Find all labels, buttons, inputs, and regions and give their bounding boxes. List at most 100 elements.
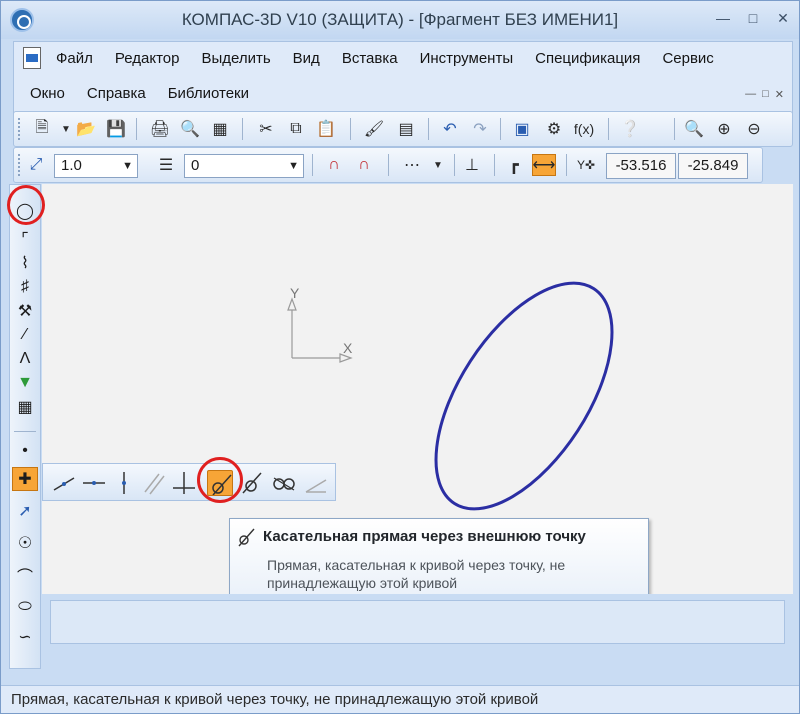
snap-magnet-icon[interactable]: ∩ <box>322 154 346 176</box>
zoom-area-icon[interactable]: 🔍 <box>682 118 706 140</box>
ortho-mode-icon[interactable]: ┏ <box>502 154 526 176</box>
menu-file[interactable]: Файл <box>56 50 104 68</box>
local-snap-icon[interactable]: ∩ <box>352 154 376 176</box>
parametrization-panel-icon[interactable]: ⚒ <box>12 299 38 323</box>
open-icon[interactable]: 📂 <box>74 118 98 140</box>
table-icon[interactable]: ▤ <box>394 118 418 140</box>
compact-toolbar: ◯ ⌜ ⌇ ♯ ⚒ ∕ Λ ▼ ▦ • ✚ ➚ ☉ ⌒ ⬭ ∽ <box>9 184 41 669</box>
tangent-two-curves-icon[interactable] <box>271 470 297 496</box>
local-cs-icon[interactable]: ⊥ <box>460 154 484 176</box>
point-tool-icon[interactable]: • <box>12 439 38 463</box>
grid-icon[interactable]: ⋯ <box>400 154 424 176</box>
preview-icon[interactable]: 🔍 <box>178 118 202 140</box>
layers-icon[interactable]: ☰ <box>154 154 178 176</box>
app-window: КОМПАС-3D V10 (ЗАЩИТА) - [Фрагмент БЕЗ И… <box>0 0 800 714</box>
circle-tool-icon[interactable]: ☉ <box>12 531 38 555</box>
chevron-down-icon[interactable]: ▼ <box>288 155 299 177</box>
tooltip-description: Прямая, касательная к кривой через точку… <box>267 557 566 591</box>
scale-value: 1.0 <box>61 157 82 174</box>
highlight-circle-geometry <box>7 185 45 225</box>
menu-view[interactable]: Вид <box>282 50 331 68</box>
format-brush-icon[interactable]: 🖌 <box>362 118 386 140</box>
spline-tool-icon[interactable]: ∽ <box>12 625 38 649</box>
new-document-icon[interactable]: 🗎 <box>30 118 54 140</box>
context-help-icon[interactable]: ❔ <box>618 118 642 140</box>
drawn-ellipse[interactable] <box>401 254 648 538</box>
zoom-out-icon[interactable]: ⊖ <box>742 118 766 140</box>
horizontal-line-icon[interactable] <box>81 470 107 496</box>
toolbar-grip[interactable] <box>18 118 21 140</box>
spec-panel-icon[interactable]: ▼ <box>12 371 38 395</box>
menu-editor[interactable]: Редактор <box>104 50 191 68</box>
dimensions-panel-icon[interactable]: ⌜ <box>12 227 38 251</box>
maximize-button[interactable]: □ <box>745 10 761 26</box>
variables-icon[interactable]: f(x) <box>572 118 596 140</box>
close-button[interactable]: ✕ <box>775 10 791 26</box>
library-manager-icon[interactable]: ⚙ <box>542 118 566 140</box>
tangent-external-point-icon <box>238 528 255 547</box>
doc-minimize-button[interactable]: — <box>745 88 756 101</box>
status-text: Прямая, касательная к кривой через точку… <box>11 691 539 708</box>
properties-panel <box>42 594 793 652</box>
edit-panel-icon[interactable]: ♯ <box>12 275 38 299</box>
auxiliary-line-tool-icon[interactable]: ✚ <box>12 467 38 491</box>
properties-icon[interactable]: ▦ <box>208 118 232 140</box>
segment-tool-icon[interactable]: ➚ <box>12 499 38 523</box>
zoom-in-icon[interactable]: ⊕ <box>712 118 736 140</box>
origin-axes <box>287 297 353 363</box>
cut-icon[interactable]: ✂ <box>254 118 278 140</box>
menu-help[interactable]: Справка <box>76 85 157 103</box>
doc-close-button[interactable]: ✕ <box>775 88 784 101</box>
vertical-line-icon[interactable] <box>111 470 137 496</box>
window-title: КОМПАС-3D V10 (ЗАЩИТА) - [Фрагмент БЕЗ И… <box>181 10 619 29</box>
minimize-button[interactable]: — <box>715 10 731 26</box>
doc-restore-button[interactable]: □ <box>762 88 769 101</box>
scale-icon: ⤢ <box>29 156 43 173</box>
tangent-curve-point-icon[interactable] <box>239 470 265 496</box>
arbitrary-line-icon[interactable] <box>51 470 77 496</box>
document-icon[interactable] <box>23 47 41 69</box>
print-icon[interactable]: 🖨 <box>148 118 172 140</box>
save-icon[interactable]: 💾 <box>104 118 128 140</box>
current-state-toolbar: ⤢ 1.0 ▼ ☰ 0 ▼ ∩ ∩ ⋯ ▼ ⊥ ┏ ⟷ Y✜ -53.516 -… <box>13 147 763 183</box>
cursor-y-field[interactable]: -25.849 <box>678 153 748 179</box>
manager-icon[interactable]: ▣ <box>510 118 534 140</box>
bisector-line-icon[interactable] <box>303 470 329 496</box>
select-panel-icon[interactable]: Λ <box>12 347 38 371</box>
copy-icon[interactable]: ⧉ <box>284 118 308 140</box>
standard-toolbar: 🗎 ▼ 📂 💾 🖨 🔍 ▦ ✂ ⧉ 📋 🖌 ▤ ↶ ↷ ▣ ⚙ f(x) ❔ 🔍… <box>13 111 793 147</box>
paste-icon[interactable]: 📋 <box>314 118 338 140</box>
notation-panel-icon[interactable]: ⌇ <box>12 251 38 275</box>
parametric-mode-icon[interactable]: ⟷ <box>532 154 556 176</box>
menu-libraries[interactable]: Библиотеки <box>157 85 260 103</box>
parallel-line-icon[interactable] <box>141 470 167 496</box>
cursor-x-field[interactable]: -53.516 <box>606 153 676 179</box>
measure-panel-icon[interactable]: ∕ <box>12 323 38 347</box>
redo-icon[interactable]: ↷ <box>468 118 492 140</box>
report-panel-icon[interactable]: ▦ <box>12 395 38 419</box>
title-bar[interactable]: КОМПАС-3D V10 (ЗАЩИТА) - [Фрагмент БЕЗ И… <box>1 1 799 39</box>
highlight-circle-tangent <box>197 457 243 503</box>
status-bar: Прямая, касательная к кривой через точку… <box>1 685 799 713</box>
cursor-coordinates-icon: Y✜ <box>576 158 596 172</box>
menu-select[interactable]: Выделить <box>190 50 281 68</box>
menu-service[interactable]: Сервис <box>651 50 724 68</box>
auxiliary-lines-flyout <box>42 463 336 501</box>
arc-tool-icon[interactable]: ⌒ <box>12 563 38 587</box>
menu-tools[interactable]: Инструменты <box>409 50 525 68</box>
perpendicular-line-icon[interactable] <box>171 470 197 496</box>
menu-window[interactable]: Окно <box>30 85 76 103</box>
chevron-down-icon[interactable]: ▼ <box>122 155 133 177</box>
menu-specification[interactable]: Спецификация <box>524 50 651 68</box>
menu-bar: Файл Редактор Выделить Вид Вставка Инстр… <box>13 41 793 117</box>
menu-insert[interactable]: Вставка <box>331 50 409 68</box>
undo-icon[interactable]: ↶ <box>438 118 462 140</box>
scale-combo[interactable]: 1.0 ▼ <box>54 154 138 178</box>
toolbar-grip[interactable] <box>18 154 21 176</box>
axis-x-label: X <box>343 340 353 356</box>
grid-dropdown-icon[interactable]: ▼ <box>426 154 450 176</box>
layer-combo[interactable]: 0 ▼ <box>184 154 304 178</box>
ellipse-tool-icon[interactable]: ⬭ <box>12 595 38 619</box>
properties-panel-content[interactable] <box>50 600 785 644</box>
axis-y-label: Y <box>290 285 300 301</box>
